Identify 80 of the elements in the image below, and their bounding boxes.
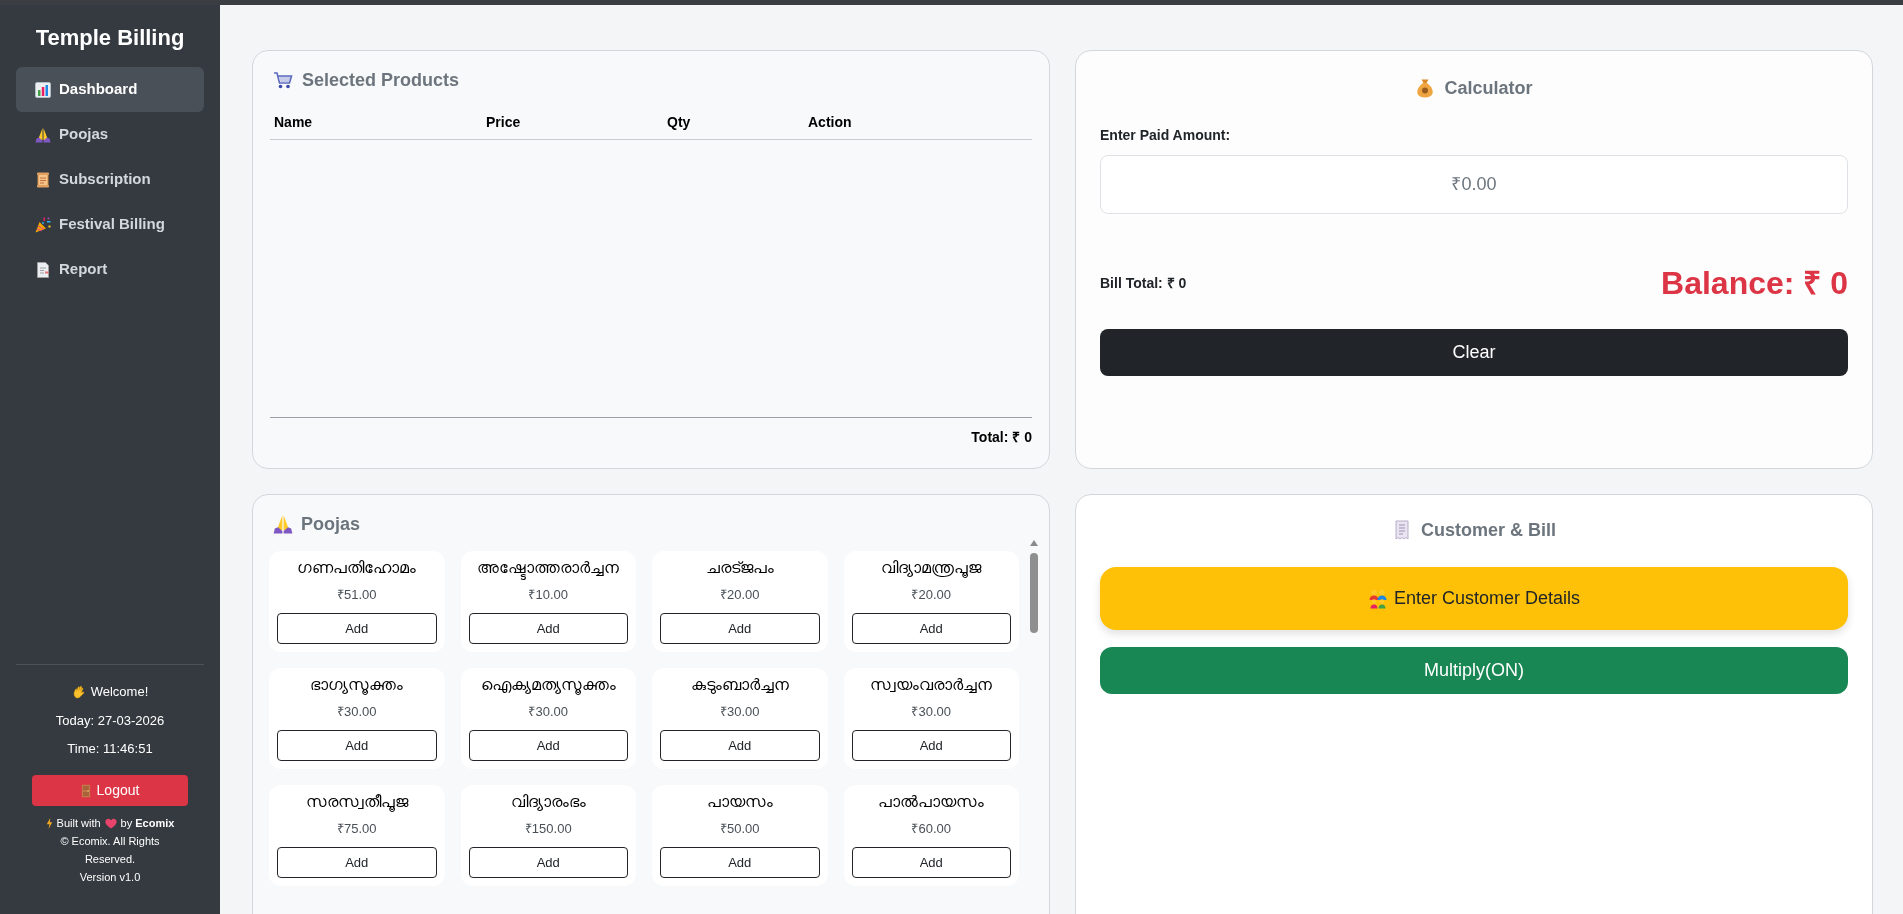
pooja-name: പാൽപായസം [877, 793, 986, 810]
column-header: Price [485, 113, 522, 132]
balance-text: Balance: ₹ 0 [1661, 264, 1848, 303]
clear-button[interactable]: Clear [1100, 329, 1848, 376]
pooja-name: സ്വയംവരാർച്ചന [869, 676, 994, 693]
pooja-name: സരസ്വതീപൂജ [304, 793, 410, 810]
add-button[interactable]: Add [468, 613, 628, 644]
pooja-price: ₹51.00 [336, 586, 377, 604]
copyright-text: © Ecomix. All Rights Reserved. [59, 834, 161, 867]
pooja-name: ഭാഗ്യസൂക്തം [309, 676, 405, 693]
pooja-price: ₹30.00 [528, 703, 568, 721]
sidebar-item[interactable]: Dashboard [16, 67, 204, 112]
bill-total-text: Bill Total: ₹ 0 [1100, 274, 1187, 293]
time-text: Time: 11:46:51 [67, 740, 153, 758]
heart-icon [104, 817, 117, 829]
pooja-price: ₹30.00 [719, 703, 760, 721]
column-header: Action [807, 113, 853, 132]
credit-text: Built with [56, 816, 101, 831]
customer-details-button[interactable]: Enter Customer Details [1100, 567, 1848, 630]
add-button[interactable]: Add [277, 847, 437, 878]
pooja-price: ₹150.00 [524, 820, 572, 838]
waving-hand-icon [71, 685, 86, 699]
sidebar-item[interactable]: Festival Billing [16, 202, 204, 247]
pooja-name: പായസം [705, 793, 774, 810]
pooja-name: വിദ്യാരംഭം [509, 793, 587, 810]
bar-chart-icon [35, 81, 51, 98]
add-button[interactable]: Add [468, 847, 628, 878]
app-title: Temple Billing [34, 24, 186, 52]
total-text: Total: ₹ 0 [970, 428, 1032, 447]
multiply-button[interactable]: Multiply(ON) [1100, 647, 1848, 694]
scroll-up-arrow-icon [1030, 540, 1038, 546]
card-title: Calculator [1444, 77, 1533, 100]
version-text: Version v1.0 [79, 870, 141, 885]
welcome-text: Welcome! [90, 683, 149, 701]
party-popper-icon [35, 216, 51, 233]
pooja-name: കുടുംബാർച്ചന [689, 676, 790, 693]
add-button[interactable]: Add [851, 613, 1011, 644]
sidebar-item[interactable]: Report [16, 247, 204, 292]
credit-text: by Ecomix [120, 816, 175, 831]
column-header: Name [273, 113, 314, 132]
cart-icon [273, 70, 293, 90]
pooja-price: ₹30.00 [336, 703, 377, 721]
lightning-icon [45, 817, 53, 829]
money-bag-icon [1415, 78, 1436, 98]
people-icon [1367, 588, 1388, 609]
card-title: Selected Products [302, 69, 460, 92]
pooja-price: ₹60.00 [911, 820, 951, 838]
pooja-price: ₹20.00 [719, 586, 760, 604]
paid-amount-input[interactable]: ₹0.00 [1100, 155, 1848, 214]
card-title: Poojas [301, 513, 361, 536]
pooja-price: ₹20.00 [911, 586, 951, 604]
document-icon [35, 261, 51, 278]
add-button[interactable]: Add [468, 730, 628, 761]
card-title: Customer & Bill [1421, 519, 1556, 542]
receipt-icon [1392, 520, 1412, 540]
add-button[interactable]: Add [277, 613, 437, 644]
logout-button[interactable]: Logout [32, 775, 188, 806]
add-button[interactable]: Add [660, 847, 820, 878]
pooja-name: ഐക്യമത്യസൂക്തം [479, 676, 617, 693]
scroll-icon [35, 171, 51, 188]
add-button[interactable]: Add [660, 613, 820, 644]
pooja-price: ₹50.00 [719, 820, 760, 838]
add-button[interactable]: Add [851, 730, 1011, 761]
date-text: Today: 27-03-2026 [55, 712, 165, 730]
sidebar-item[interactable]: Poojas [16, 112, 204, 157]
pooja-price: ₹30.00 [911, 703, 951, 721]
pooja-price: ₹75.00 [336, 820, 377, 838]
sidebar-item[interactable]: Subscription [16, 157, 204, 202]
pooja-name: ചരട്ജപം [704, 559, 775, 576]
column-header: Qty [666, 113, 692, 132]
add-button[interactable]: Add [277, 730, 437, 761]
pooja-price: ₹10.00 [528, 586, 568, 604]
field-label: Enter Paid Amount: [1100, 126, 1232, 145]
scrollbar-thumb[interactable] [1030, 553, 1038, 633]
add-button[interactable]: Add [851, 847, 1011, 878]
praying-hands-icon [35, 126, 51, 143]
pooja-name: ഗണപതിഹോമം [296, 559, 418, 576]
pooja-name: വിദ്യാമന്ത്രപൂജ [880, 559, 983, 576]
door-icon [80, 783, 91, 798]
add-button[interactable]: Add [660, 730, 820, 761]
